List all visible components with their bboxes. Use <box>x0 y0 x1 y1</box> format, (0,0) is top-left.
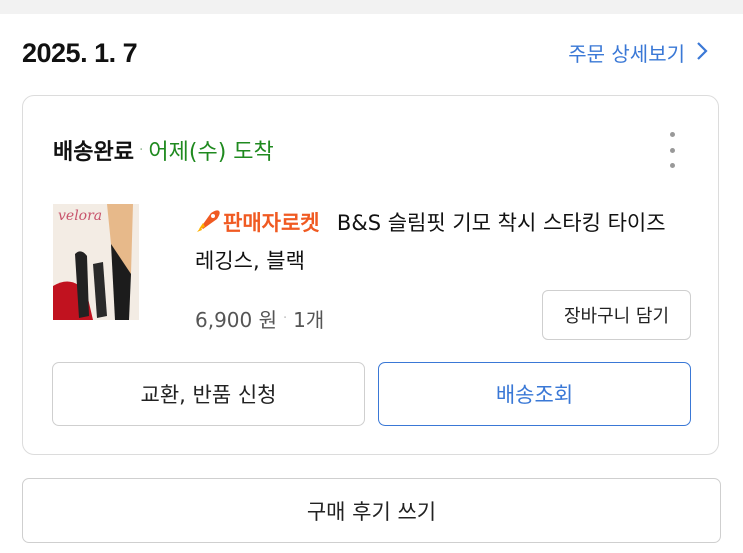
track-delivery-button[interactable]: 배송조회 <box>378 362 691 426</box>
status-separator: · <box>138 142 144 158</box>
write-review-button[interactable]: 구매 후기 쓰기 <box>22 478 721 543</box>
product-thumbnail[interactable]: velora <box>53 204 139 320</box>
delivery-status: 배송완료 · 어제(수) 도착 <box>53 134 274 166</box>
arrival-date: 어제(수) 도착 <box>148 140 274 165</box>
order-detail-link[interactable]: 주문 상세보기 <box>568 38 709 67</box>
product-price: 6,900 원 <box>195 308 278 332</box>
order-date: 2025. 1. 7 <box>22 38 138 68</box>
order-item-card: 배송완료 · 어제(수) 도착 velora 판매자로켓 B&S 슬림핏 기모 … <box>22 95 719 455</box>
top-divider-strip <box>0 0 743 14</box>
seller-rocket-badge: 판매자로켓 <box>195 210 327 235</box>
thumbnail-brand: velora <box>58 208 103 224</box>
rocket-icon <box>195 209 221 244</box>
product-quantity: 1개 <box>293 308 325 332</box>
price-separator: · <box>283 311 288 326</box>
order-detail-label: 주문 상세보기 <box>568 42 685 66</box>
price-quantity: 6,900 원 · 1개 <box>195 304 324 333</box>
more-vertical-icon[interactable] <box>666 132 678 168</box>
product-info[interactable]: 판매자로켓 B&S 슬림핏 기모 착시 스타킹 타이즈 레깅스, 블랙 <box>195 206 685 279</box>
add-to-cart-button[interactable]: 장바구니 담기 <box>542 290 691 340</box>
delivery-status-label: 배송완료 <box>53 140 134 165</box>
rocket-badge-label: 판매자로켓 <box>223 211 320 235</box>
chevron-right-icon <box>695 40 709 66</box>
exchange-return-button[interactable]: 교환, 반품 신청 <box>52 362 365 426</box>
